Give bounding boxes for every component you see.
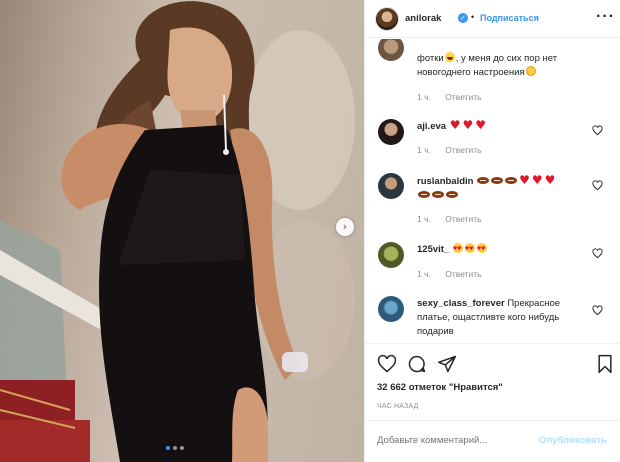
grinning-face-icon xyxy=(444,52,455,62)
american-football-icon xyxy=(491,177,504,184)
comment-time: 1 ч. xyxy=(417,269,431,279)
american-football-icon xyxy=(418,191,430,198)
post-header: anilorak ✓ • Подписаться ··· xyxy=(365,0,620,38)
comment-time: 1 ч. xyxy=(417,214,431,224)
verified-badge-icon: ✓ xyxy=(458,13,468,23)
red-heart-icon: ♥ xyxy=(475,118,486,132)
heart-icon[interactable] xyxy=(377,354,397,374)
comment-username[interactable]: ruslanbaldin xyxy=(417,176,473,187)
commenter-avatar[interactable] xyxy=(378,119,404,145)
comment-time: 1 ч. xyxy=(417,145,431,155)
comments-list[interactable]: фотки, у меня до сих пор нет новогоднего… xyxy=(365,39,620,343)
bookmark-icon[interactable] xyxy=(595,354,615,374)
comment-text: 125vit_ xyxy=(417,242,595,257)
smiling-face-icon xyxy=(525,66,536,76)
comment-like-heart-icon[interactable] xyxy=(592,125,603,136)
red-heart-icon: ♥ xyxy=(531,173,543,187)
commenter-avatar[interactable] xyxy=(378,39,404,61)
comment-meta: 1 ч. Ответить xyxy=(417,92,482,102)
header-separator: • xyxy=(471,12,475,22)
carousel-dot xyxy=(166,446,170,450)
more-horizontal-icon[interactable]: ··· xyxy=(596,8,615,26)
comment-like-heart-icon[interactable] xyxy=(592,248,603,259)
comment-meta: 1 ч. Ответить xyxy=(417,269,482,279)
author-avatar[interactable] xyxy=(375,7,399,31)
post-timestamp: ЧАС НАЗАД xyxy=(377,403,419,410)
red-heart-icon: ♥ xyxy=(462,118,474,132)
likes-count[interactable]: 32 662 отметок "Нравится" xyxy=(377,382,503,393)
publish-button[interactable]: Опубликовать xyxy=(539,435,607,446)
comment-input[interactable] xyxy=(377,435,537,446)
commenter-avatar[interactable] xyxy=(378,242,404,268)
carousel-next-button[interactable]: › xyxy=(336,218,354,236)
red-heart-icon: ♥ xyxy=(544,173,556,187)
reply-button[interactable]: Ответить xyxy=(445,214,481,224)
comment-text: фотки, у меня до сих пор нет новогоднего… xyxy=(417,52,558,78)
heart-eyes-face-icon xyxy=(464,242,475,256)
comment-like-heart-icon[interactable] xyxy=(592,180,603,191)
carousel-dot xyxy=(180,446,184,450)
reply-button[interactable]: Ответить xyxy=(445,269,481,279)
comment-text: sexy_class_forever Прекрасное платье, ощ… xyxy=(417,298,561,337)
commenter-avatar[interactable] xyxy=(378,296,404,322)
photo-scene xyxy=(0,0,364,462)
post-side-panel: anilorak ✓ • Подписаться ··· фотки, у ме… xyxy=(364,0,620,462)
carousel-dots xyxy=(166,446,184,450)
share-icon[interactable] xyxy=(437,354,457,374)
comment-time: 1 ч. xyxy=(417,92,431,102)
comment-username[interactable]: aji.eva xyxy=(417,121,446,132)
comment-text: ruslanbaldin ♥ ♥ ♥ xyxy=(417,173,595,203)
american-football-icon xyxy=(505,177,518,184)
comment-icon[interactable] xyxy=(407,354,427,374)
comment-username[interactable]: 125vit_ xyxy=(417,244,449,255)
author-username[interactable]: anilorak xyxy=(405,13,441,24)
commenter-avatar[interactable] xyxy=(378,173,404,199)
add-comment-bar: Опубликовать xyxy=(365,420,620,462)
red-heart-icon: ♥ xyxy=(449,118,461,132)
comment-text: aji.eva ♥ ♥ ♥ xyxy=(417,118,595,134)
comment-meta: 1 ч. Ответить xyxy=(417,145,482,155)
comment-meta: 1 ч. Ответить xyxy=(417,214,482,224)
post-photo[interactable]: › xyxy=(0,0,364,462)
carousel-dot xyxy=(173,446,177,450)
red-heart-icon: ♥ xyxy=(519,173,530,187)
comment-username[interactable]: sexy_class_forever xyxy=(417,298,505,309)
american-football-icon xyxy=(477,177,490,184)
reply-button[interactable]: Ответить xyxy=(445,92,481,102)
follow-button[interactable]: Подписаться xyxy=(480,13,539,23)
comment-like-heart-icon[interactable] xyxy=(592,305,603,316)
heart-eyes-face-icon xyxy=(476,242,487,256)
american-football-icon xyxy=(432,191,444,198)
chevron-right-icon: › xyxy=(342,220,348,233)
instagram-post: › anilorak ✓ • Подписаться ··· фотки, у … xyxy=(0,0,620,462)
reply-button[interactable]: Ответить xyxy=(445,145,481,155)
american-football-icon xyxy=(446,191,458,198)
heart-eyes-face-icon xyxy=(452,242,463,256)
